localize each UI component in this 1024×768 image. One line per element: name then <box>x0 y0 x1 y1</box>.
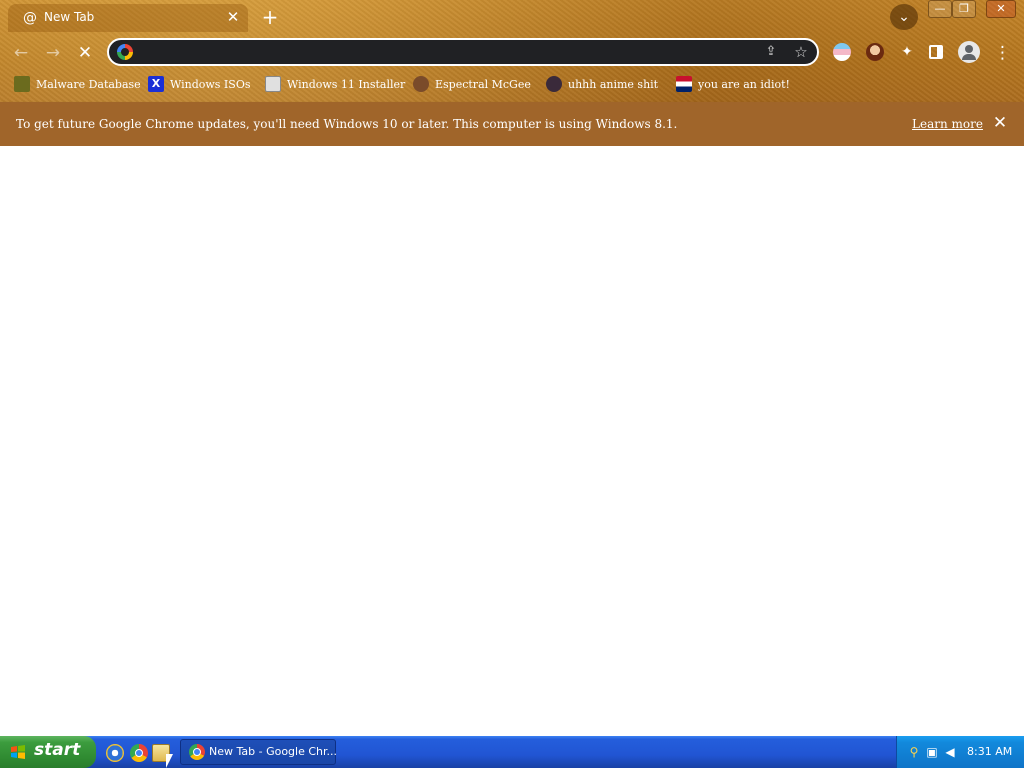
tab-close-icon[interactable]: ✕ <box>224 8 242 26</box>
anime-face-icon <box>546 76 562 92</box>
start-label: start <box>34 740 81 760</box>
bookmark-anime[interactable]: uhhh anime shit <box>546 73 658 95</box>
avatar-icon <box>413 76 429 92</box>
back-button[interactable]: ← <box>10 42 32 64</box>
start-button[interactable]: start <box>0 736 96 768</box>
installer-icon <box>265 76 281 92</box>
infobar-close-icon[interactable]: ✕ <box>990 113 1010 133</box>
taskbar-button-label: New Tab - Google Chr... <box>209 745 338 758</box>
learn-more-link[interactable]: Learn more <box>912 117 983 131</box>
spiral-icon: @ <box>23 10 37 26</box>
profile-icon[interactable] <box>958 41 980 63</box>
share-icon[interactable]: ⇪ <box>761 42 781 62</box>
tab-title: New Tab <box>44 10 95 24</box>
taskbar: start New Tab - Google Chr... ⚲ ▣ ◀ 8:31… <box>0 736 1024 768</box>
chrome-icon <box>189 744 205 760</box>
x-logo-icon: X <box>148 76 164 92</box>
minimize-button[interactable]: — <box>928 0 952 18</box>
bookmark-label: Espectral McGee <box>435 77 531 91</box>
bookmark-label: Malware Database <box>36 77 141 91</box>
chrome-icon[interactable] <box>130 744 148 762</box>
side-panel-icon[interactable] <box>929 45 943 59</box>
extension-avatar-icon[interactable] <box>866 43 884 61</box>
browser-toolbar: ← → ✕ ⇪ ☆ ✦ ⋮ <box>0 36 1024 70</box>
page-content <box>0 146 1024 736</box>
bookmark-label: Windows 11 Installer <box>287 77 406 91</box>
volume-icon[interactable]: ◀ <box>943 745 957 759</box>
new-tab-button[interactable]: + <box>258 5 282 29</box>
menu-kebab-icon[interactable]: ⋮ <box>994 42 1011 64</box>
internet-explorer-icon[interactable] <box>106 744 124 762</box>
flag-icon <box>676 76 692 92</box>
extension-trans-flag-icon[interactable] <box>833 43 851 61</box>
bookmarks-bar: Malware Database X Windows ISOs Windows … <box>0 73 1024 95</box>
stop-loading-button[interactable]: ✕ <box>74 42 96 64</box>
search-icon[interactable]: ⚲ <box>907 745 921 759</box>
browser-window-frame: @ New Tab ✕ + ⌄ — ❐ ✕ ← → ✕ ⇪ ☆ ✦ ⋮ Malw… <box>0 0 1024 102</box>
network-icon[interactable]: ▣ <box>925 745 939 759</box>
bookmark-windows-11-installer[interactable]: Windows 11 Installer <box>265 73 405 95</box>
bookmark-malware-database[interactable]: Malware Database <box>14 73 141 95</box>
extensions-puzzle-icon[interactable]: ✦ <box>898 43 916 61</box>
forward-button[interactable]: → <box>42 42 64 64</box>
taskbar-button-chrome[interactable]: New Tab - Google Chr... <box>180 739 338 765</box>
bookmark-you-are-an-idiot[interactable]: you are an idiot! <box>676 73 790 95</box>
windows-flag-icon <box>11 745 25 759</box>
clock[interactable]: 8:31 AM <box>967 745 1012 758</box>
close-window-button[interactable]: ✕ <box>986 0 1016 18</box>
bookmark-label: you are an idiot! <box>698 77 790 91</box>
system-tray: ⚲ ▣ ◀ 8:31 AM <box>896 736 1024 768</box>
folder-icon <box>14 76 30 92</box>
infobar-message: To get future Google Chrome updates, you… <box>16 117 678 131</box>
address-input[interactable] <box>143 42 747 64</box>
tab-new-tab[interactable]: @ New Tab ✕ <box>8 4 248 32</box>
bookmark-label: uhhh anime shit <box>568 77 659 91</box>
google-icon <box>117 44 133 60</box>
bookmark-windows-isos[interactable]: X Windows ISOs <box>148 73 250 95</box>
address-bar[interactable]: ⇪ ☆ <box>107 38 819 66</box>
bookmark-star-icon[interactable]: ☆ <box>791 42 811 62</box>
mouse-cursor-icon <box>166 754 173 768</box>
bookmark-espectral-mcgee[interactable]: Espectral McGee <box>413 73 531 95</box>
maximize-button[interactable]: ❐ <box>952 0 976 18</box>
bookmark-label: Windows ISOs <box>170 77 251 91</box>
tab-search-button[interactable]: ⌄ <box>890 4 918 30</box>
update-infobar: To get future Google Chrome updates, you… <box>0 102 1024 146</box>
